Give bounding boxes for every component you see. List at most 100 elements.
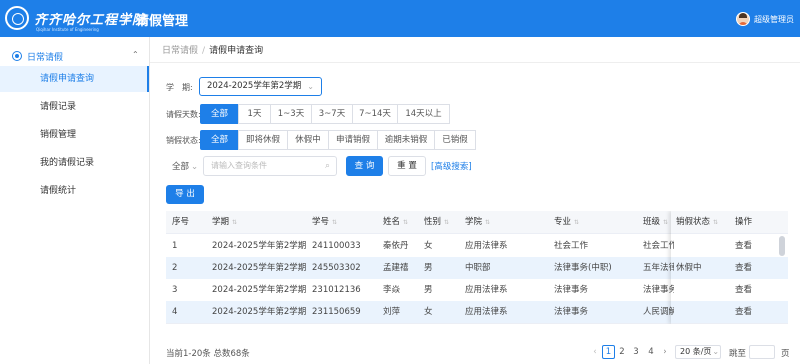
col-header-college[interactable]: 学院 ⇅ — [465, 211, 545, 233]
status-option-on-leave[interactable]: 休假中 — [287, 130, 329, 150]
semester-value: 2024-2025学年第2学期 — [207, 81, 302, 91]
semester-label: 学 期: — [166, 83, 193, 92]
chevron-left-icon[interactable]: ‹ — [589, 345, 601, 359]
view-link[interactable]: 查看 — [735, 279, 752, 301]
breadcrumb-divider — [150, 62, 800, 63]
leave-table: 序号 学期 ⇅ 学号 ⇅ 姓名 ⇅ 性别 ⇅ 学院 ⇅ 专业 ⇅ 班级 ⇅ 销假状态 ⇅ 操作 … — [166, 211, 788, 324]
export-button[interactable]: 导 出 — [166, 185, 204, 204]
sidebar-item-leave-records[interactable]: 请假记录 — [0, 94, 149, 120]
page-size-value: 20 条/页 — [680, 347, 712, 356]
status-option-upcoming[interactable]: 即将休假 — [238, 130, 288, 150]
days-option-1-3[interactable]: 1~3天 — [270, 104, 312, 124]
cell-gender: 男 — [424, 263, 433, 273]
col-header-no: 序号 — [172, 217, 190, 227]
chevron-up-icon: ⌃ — [132, 50, 139, 59]
sort-icon: ⇅ — [663, 219, 669, 226]
cell-no: 2 — [172, 263, 178, 273]
col-header-name[interactable]: 姓名 ⇅ — [383, 211, 423, 233]
cell-name: 李焱 — [383, 285, 401, 295]
status-option-cancelled[interactable]: 已销假 — [434, 130, 476, 150]
sidebar-item-cancel-leave[interactable]: 销假管理 — [0, 122, 149, 148]
page-2[interactable]: 2 — [616, 345, 628, 359]
sidebar-group-label: 日常请假 — [27, 53, 64, 63]
view-link[interactable]: 查看 — [735, 235, 752, 257]
days-option-14plus[interactable]: 14天以上 — [397, 104, 450, 124]
cell-no: 1 — [172, 241, 178, 251]
breadcrumb: 日常请假 / 请假申请查询 — [162, 43, 263, 56]
sort-icon: ⇅ — [574, 219, 580, 226]
page-4[interactable]: 4 — [645, 345, 657, 359]
col-header-student-id[interactable]: 学号 ⇅ — [312, 211, 378, 233]
cell-major: 社会工作 — [554, 241, 589, 251]
search-placeholder: 请输入查询条件 — [211, 161, 267, 170]
breadcrumb-parent[interactable]: 日常请假 — [162, 46, 198, 56]
status-option-request-cancel[interactable]: 申请销假 — [328, 130, 378, 150]
header-divider — [126, 12, 127, 25]
sort-icon: ⇅ — [332, 219, 338, 226]
table-row: 1 2024-2025学年第2学期 241100033 秦依丹 女 应用法律系 … — [166, 235, 788, 258]
col-header-action: 操作 — [735, 217, 753, 227]
cell-name: 孟建禧 — [383, 263, 409, 273]
days-option-3-7[interactable]: 3~7天 — [311, 104, 353, 124]
col-header-semester[interactable]: 学期 ⇅ — [212, 211, 302, 233]
goto-page-input[interactable] — [749, 345, 775, 359]
sidebar-item-leave-query[interactable]: 请假申请查询 — [0, 66, 149, 92]
days-option-all[interactable]: 全部 — [200, 104, 239, 124]
col-header-gender[interactable]: 性别 ⇅ — [424, 211, 460, 233]
goto-suffix: 页 — [781, 349, 790, 359]
chevron-right-icon[interactable]: › — [659, 345, 671, 359]
sidebar-item-my-records[interactable]: 我的请假记录 — [0, 150, 149, 176]
breadcrumb-separator: / — [202, 46, 206, 56]
cell-gender: 男 — [424, 285, 433, 295]
table-header: 序号 学期 ⇅ 学号 ⇅ 姓名 ⇅ 性别 ⇅ 学院 ⇅ 专业 ⇅ 班级 ⇅ 销假状态 ⇅ 操作 — [166, 211, 788, 234]
table-scrollbar[interactable] — [779, 236, 785, 256]
sort-icon: ⇅ — [485, 219, 491, 226]
goto-label: 跳至 — [729, 349, 747, 359]
search-input[interactable]: 请输入查询条件 ⌕ — [203, 156, 337, 176]
cell-student-id: 245503302 — [312, 263, 361, 273]
page-1[interactable]: 1 — [602, 345, 615, 359]
chevron-down-icon: ⌄ — [191, 162, 199, 172]
cell-major: 法律事务(中职) — [554, 263, 612, 273]
status-option-overdue[interactable]: 逾期未销假 — [377, 130, 435, 150]
view-link[interactable]: 查看 — [735, 301, 752, 323]
query-button[interactable]: 查 询 — [346, 156, 383, 176]
chevron-down-icon: ⌄ — [307, 82, 314, 91]
cell-college: 应用法律系 — [465, 307, 508, 317]
cell-semester: 2024-2025学年第2学期 — [212, 241, 307, 251]
cell-semester: 2024-2025学年第2学期 — [212, 285, 307, 295]
semester-select[interactable]: 2024-2025学年第2学期 ⌄ — [199, 77, 322, 96]
user-menu[interactable]: 超级管理员 — [736, 11, 794, 27]
page-size-select[interactable]: 20 条/页⌄ — [675, 345, 721, 359]
search-scope-select[interactable]: 全部 ⌄ — [172, 160, 198, 172]
days-option-1[interactable]: 1天 — [238, 104, 271, 124]
search-icon: ⌕ — [324, 161, 330, 171]
breadcrumb-current: 请假申请查询 — [209, 46, 264, 56]
status-option-all[interactable]: 全部 — [200, 130, 239, 150]
cancel-status-filter: 全部 即将休假 休假中 申请销假 逾期未销假 已销假 — [200, 130, 476, 150]
cell-major: 法律事务 — [554, 307, 589, 317]
cell-class: 法律事务 — [643, 285, 674, 295]
reset-button[interactable]: 重 置 — [388, 156, 426, 176]
table-row: 4 2024-2025学年第2学期 231150659 刘萍 女 应用法律系 法… — [166, 301, 788, 324]
user-name: 超级管理员 — [754, 14, 794, 24]
col-header-class[interactable]: 班级 ⇅ — [643, 211, 674, 233]
cell-no: 3 — [172, 285, 178, 295]
col-header-major[interactable]: 专业 ⇅ — [554, 211, 634, 233]
view-link[interactable]: 查看 — [735, 257, 752, 279]
sort-icon: ⇅ — [444, 219, 450, 226]
sort-icon: ⇅ — [403, 219, 409, 226]
sidebar-item-statistics[interactable]: 请假统计 — [0, 178, 149, 204]
cell-class: 五年法律 — [643, 263, 674, 273]
cell-class: 人民调解 — [643, 307, 674, 317]
sort-icon: ⇅ — [713, 219, 719, 226]
advanced-search-link[interactable]: [高级搜索] — [431, 160, 472, 172]
cell-semester: 2024-2025学年第2学期 — [212, 263, 307, 273]
col-header-status[interactable]: 销假状态 ⇅ — [676, 211, 736, 233]
page-3[interactable]: 3 — [630, 345, 642, 359]
cell-college: 应用法律系 — [465, 285, 508, 295]
cell-college: 应用法律系 — [465, 241, 508, 251]
cell-class: 社会工作 — [643, 241, 674, 251]
school-logo-icon — [5, 6, 29, 30]
days-option-7-14[interactable]: 7~14天 — [352, 104, 398, 124]
